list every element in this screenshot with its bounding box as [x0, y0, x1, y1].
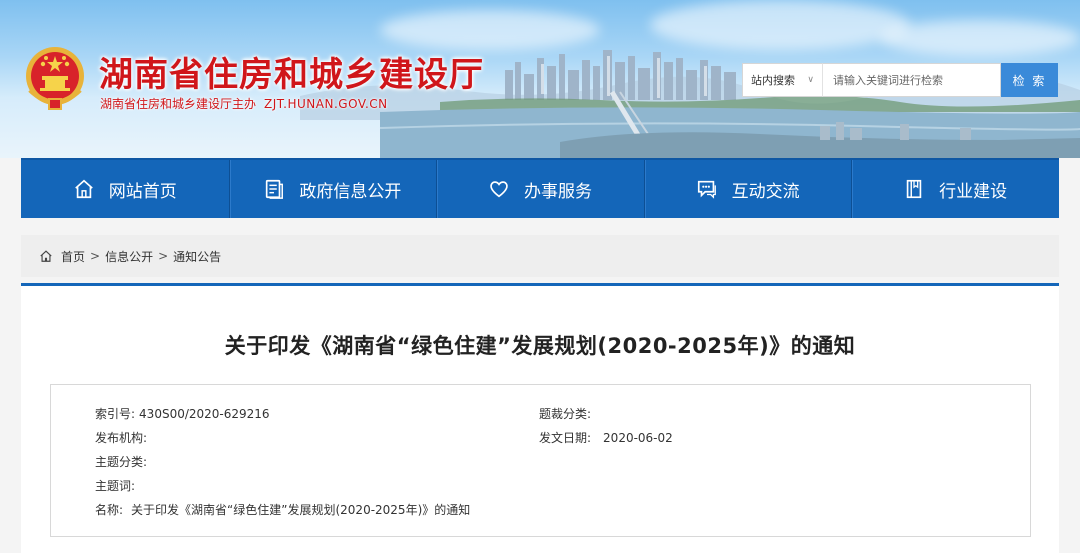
nav-item-interaction[interactable]: 互动交流 [643, 160, 852, 218]
nav-label: 互动交流 [731, 181, 800, 202]
breadcrumb-bar: 首页 > 信息公开 > 通知公告 [21, 235, 1059, 277]
meta-label: 发布机构: [95, 431, 148, 445]
search-input[interactable] [822, 63, 1001, 97]
home-icon [74, 179, 93, 199]
meta-keywords: 主题词: [95, 477, 139, 494]
breadcrumb-info-public[interactable]: 信息公开 [105, 248, 153, 265]
article-title: 关于印发《湖南省“绿色住建”发展规划(2020-2025年)》的通知 [224, 334, 856, 358]
meta-label: 题裁分类: [539, 407, 592, 421]
search-bar: 站内搜索 ∨ 检 索 [742, 63, 1058, 97]
heart-icon [490, 181, 508, 198]
article-meta-box: 索引号: 430S00/2020-629216 题裁分类: 发布机构: 发文日期:… [50, 384, 1031, 537]
meta-value: 2020-06-02 [603, 431, 673, 445]
site-sponsor: 湖南省住房和城乡建设厅主办 [100, 97, 257, 111]
home-icon [40, 250, 52, 262]
search-button[interactable]: 检 索 [1001, 63, 1058, 97]
site-title: 湖南省住房和城乡建设厅 [99, 55, 484, 95]
nav-label: 网站首页 [108, 181, 177, 202]
site-domain: ZJT.HUNAN.GOV.CN [264, 97, 388, 111]
meta-date: 发文日期: 2020-06-02 [539, 429, 673, 446]
breadcrumb-separator: > [90, 249, 101, 263]
meta-label: 主题分类: [95, 455, 148, 469]
site-subtitle: 湖南省住房和城乡建设厅主办 ZJT.HUNAN.GOV.CN [100, 95, 388, 112]
meta-topic: 主题分类: [95, 453, 151, 470]
meta-index: 索引号: 430S00/2020-629216 [95, 405, 270, 422]
meta-label: 索引号: [95, 407, 136, 421]
nav-item-home[interactable]: 网站首页 [21, 160, 229, 218]
document-icon [266, 179, 284, 199]
breadcrumb: 首页 > 信息公开 > 通知公告 [39, 248, 221, 265]
meta-label: 名称: [95, 503, 124, 517]
breadcrumb-separator: > [158, 249, 169, 263]
chevron-down-icon: ∨ [807, 75, 814, 85]
main-nav: 网站首页 政府信息公开 办事服务 互动交流 行业建设 [21, 158, 1059, 218]
meta-value: 关于印发《湖南省“绿色住建”发展规划(2020-2025年)》的通知 [131, 503, 471, 517]
search-scope-select[interactable]: 站内搜索 ∨ [742, 63, 822, 97]
article-panel: 关于印发《湖南省“绿色住建”发展规划(2020-2025年)》的通知 索引号: 4… [21, 283, 1059, 553]
meta-value: 430S00/2020-629216 [139, 407, 270, 421]
meta-name: 名称: 关于印发《湖南省“绿色住建”发展规划(2020-2025年)》的通知 [95, 501, 470, 518]
chat-icon [697, 180, 716, 199]
nav-label: 政府信息公开 [299, 181, 402, 202]
book-icon [906, 179, 922, 199]
nav-item-industry[interactable]: 行业建设 [851, 160, 1059, 218]
meta-label: 主题词: [95, 479, 136, 493]
national-emblem-logo [26, 47, 84, 110]
meta-category: 题裁分类: [539, 405, 595, 422]
header-banner: 湖南省住房和城乡建设厅 湖南省住房和城乡建设厅主办 ZJT.HUNAN.GOV.C… [0, 0, 1080, 158]
nav-item-services[interactable]: 办事服务 [436, 160, 644, 218]
meta-label: 发文日期: [539, 431, 592, 445]
breadcrumb-home[interactable]: 首页 [61, 248, 85, 265]
nav-label: 办事服务 [523, 181, 592, 202]
nav-item-gov-info[interactable]: 政府信息公开 [228, 160, 437, 218]
search-scope-label: 站内搜索 [751, 74, 795, 87]
meta-publisher: 发布机构: [95, 429, 151, 446]
nav-label: 行业建设 [939, 181, 1008, 202]
breadcrumb-notices[interactable]: 通知公告 [173, 248, 221, 265]
